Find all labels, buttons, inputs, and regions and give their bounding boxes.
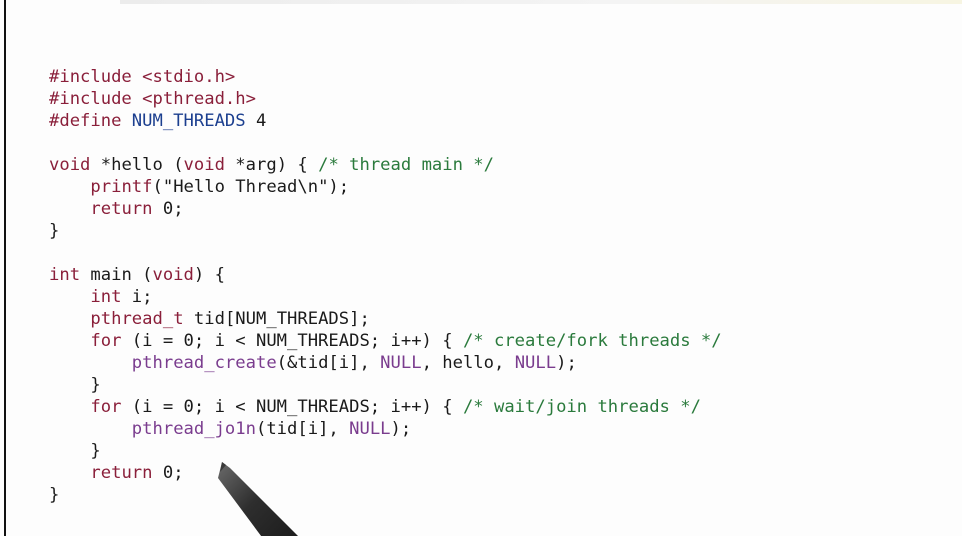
code-line: } [49, 484, 722, 506]
code-token: ("Hello Thread\n"); [152, 177, 350, 197]
code-token: return [90, 199, 153, 219]
code-token: <pthread.h> [131, 89, 256, 109]
code-line: return 0; [49, 198, 722, 220]
code-token: #define [49, 111, 122, 131]
code-token: 0; [152, 463, 184, 483]
code-token: return [90, 463, 153, 483]
code-token: i; [121, 287, 153, 307]
code-block: #include <stdio.h> #include <pthread.h> #d… [49, 66, 722, 506]
slide-frame: #include <stdio.h> #include <pthread.h> #d… [0, 0, 962, 536]
code-token: int [49, 265, 81, 285]
code-token: ); [390, 419, 412, 439]
code-token: pthread_jo1n [131, 419, 256, 439]
top-edge-glare [120, 0, 962, 4]
code-line: printf("Hello Thread\n"); [49, 176, 722, 198]
code-line: } [49, 220, 722, 242]
code-token: , hello, [421, 353, 515, 373]
code-token: NULL [349, 419, 391, 439]
code-line: for (i = 0; i < NUM_THREADS; i++) { /* c… [49, 330, 722, 352]
code-line: return 0; [49, 462, 722, 484]
code-token: NULL [380, 353, 422, 373]
code-token: ]; [349, 309, 370, 329]
code-line: } [49, 440, 722, 462]
code-line: #define NUM_THREADS 4 [49, 110, 722, 132]
code-line: #include <stdio.h> [49, 66, 722, 88]
code-token: int [90, 287, 122, 307]
code-token: ) { [193, 265, 225, 285]
code-line: void *hello (void *arg) { /* thread main… [49, 154, 722, 176]
code-line: pthread_jo1n(tid[i], NULL); [49, 418, 722, 440]
code-token: 0; [152, 199, 184, 219]
code-line: int main (void) { [49, 264, 722, 286]
code-token: *hello ( [90, 155, 184, 175]
code-line: int i; [49, 286, 722, 308]
code-line: pthread_t tid[NUM_THREADS]; [49, 308, 722, 330]
code-token: /* thread main */ [318, 155, 495, 175]
code-token: void [152, 265, 194, 285]
code-token: #include [49, 89, 132, 109]
code-token: NULL [514, 353, 557, 373]
code-token: /* create/fork threads */ [462, 331, 722, 351]
code-token: /* wait/join threads */ [462, 397, 701, 417]
code-token: } [49, 221, 60, 241]
code-token: tid[ [183, 309, 236, 329]
code-token: } [49, 485, 60, 505]
code-token: (i = 0; i < NUM_THREADS; i++) { [121, 397, 463, 417]
code-line: pthread_create(&tid[i], NULL, hello, NUL… [49, 352, 722, 374]
code-token: } [49, 375, 101, 395]
code-token: for [90, 397, 122, 417]
code-line: #include <pthread.h> [49, 88, 722, 110]
code-token: *arg) { [224, 155, 319, 175]
left-border [4, 0, 6, 536]
code-token: (&tid[i], [276, 353, 381, 373]
code-token: void [49, 155, 91, 175]
code-token: NUM_THREADS [121, 111, 246, 131]
code-token: void [183, 155, 225, 175]
code-token: #include [49, 67, 132, 87]
code-token: NUM_THREADS [235, 309, 350, 329]
code-token: pthread_t [90, 309, 184, 329]
code-token: } [49, 441, 101, 461]
code-token: pthread_create [131, 353, 277, 373]
code-token: 4 [245, 111, 267, 131]
code-token: <stdio.h> [131, 67, 236, 87]
code-token: main ( [80, 265, 153, 285]
code-token: (tid[i], [255, 419, 350, 439]
code-line: } [49, 374, 722, 396]
code-token: for [90, 331, 122, 351]
code-token: (i = 0; i < NUM_THREADS; i++) { [121, 331, 463, 351]
code-token: ); [556, 353, 577, 373]
code-token: printf [90, 177, 153, 197]
code-line: for (i = 0; i < NUM_THREADS; i++) { /* w… [49, 396, 722, 418]
